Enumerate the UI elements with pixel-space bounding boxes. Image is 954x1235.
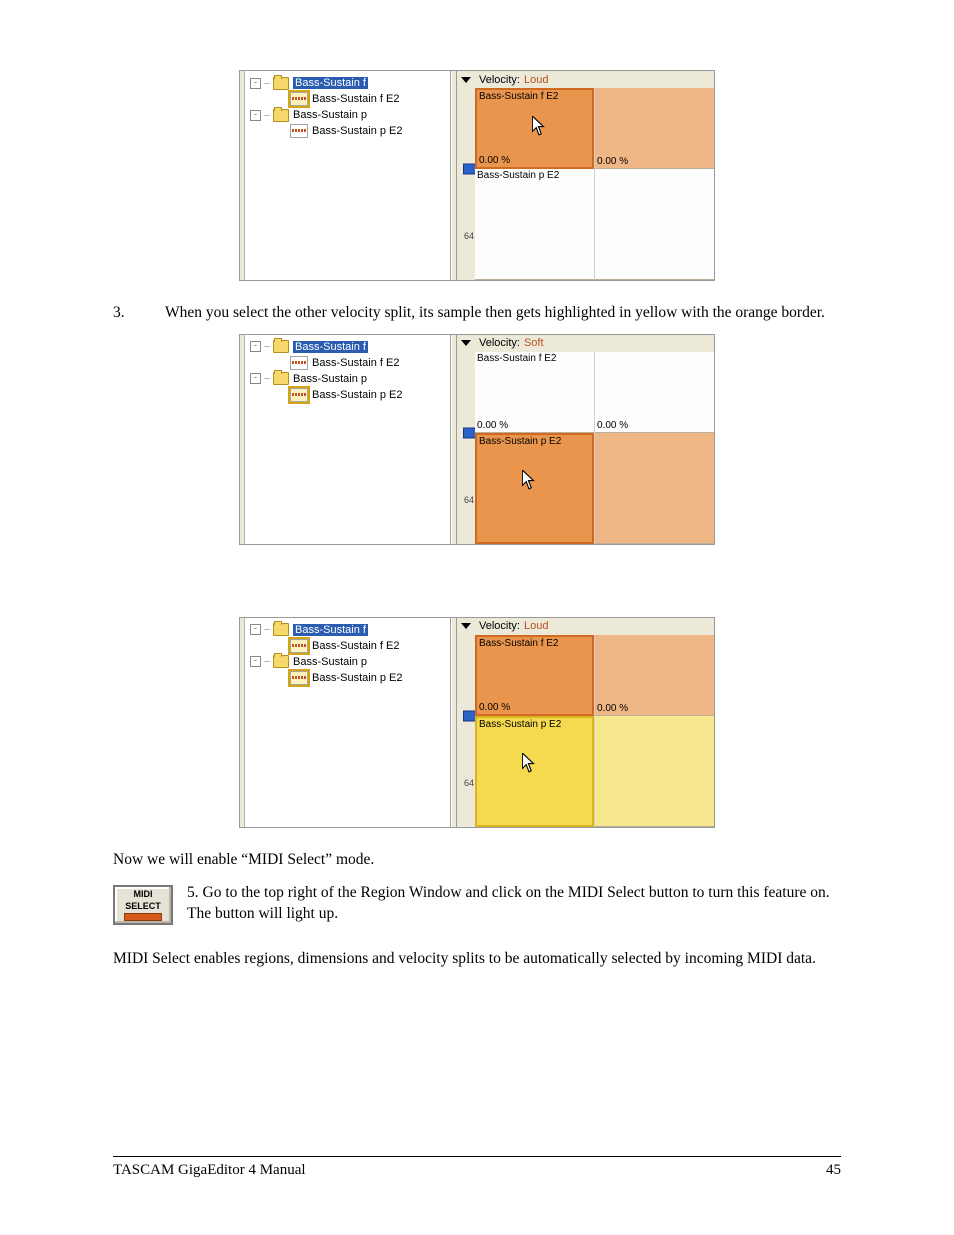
velocity-header[interactable]: Velocity: Soft	[457, 335, 714, 353]
tree-folder-f[interactable]: Bass-Sustain f	[293, 341, 368, 353]
cell-p-col2[interactable]	[595, 716, 714, 827]
cell-f-selected[interactable]: Bass-Sustain f E2 0.00 %	[475, 635, 594, 716]
folder-icon	[273, 623, 289, 636]
screenshot-2: - Bass-Sustain f Bass-Sustain f E2 - Bas…	[239, 334, 715, 545]
step-3-text: When you select the other velocity split…	[165, 303, 841, 324]
velocity-panel: Velocity: Loud 96 64 Bass-Sustain f E2 0…	[457, 71, 714, 280]
step-5-text: 5. Go to the top right of the Region Win…	[113, 883, 841, 925]
footer-divider	[113, 1156, 841, 1157]
screenshot-1: - Bass-Sustain f Bass-Sustain f E2 - Bas…	[239, 70, 715, 281]
cursor-icon	[532, 116, 546, 136]
wave-icon	[290, 124, 308, 138]
velocity-value: Soft	[524, 337, 544, 349]
expand-icon[interactable]: -	[250, 341, 261, 352]
folder-icon	[273, 77, 289, 90]
expand-icon[interactable]: -	[250, 656, 261, 667]
para-midi-desc: MIDI Select enables regions, dimensions …	[113, 949, 841, 970]
step-3-number: 3.	[113, 303, 147, 324]
tree-folder-p[interactable]: Bass-Sustain p	[293, 109, 367, 121]
cell-p-loud[interactable]: Bass-Sustain p E2	[475, 169, 594, 280]
midi-button-line2: SELECT	[125, 901, 161, 911]
tree-leaf-p[interactable]: Bass-Sustain p E2	[312, 125, 403, 137]
folder-icon	[273, 340, 289, 353]
wave-icon	[290, 92, 308, 106]
midi-select-button[interactable]: MIDI SELECT	[113, 885, 173, 925]
midi-indicator-light	[124, 913, 162, 921]
folder-icon	[273, 372, 289, 385]
expand-icon[interactable]: -	[250, 373, 261, 384]
velocity-header[interactable]: Velocity: Loud	[457, 618, 714, 636]
cell-f-soft[interactable]: Bass-Sustain f E2 0.00 %	[475, 352, 594, 433]
velocity-label: Velocity:	[479, 74, 520, 86]
tree-folder-f[interactable]: Bass-Sustain f	[293, 77, 368, 89]
cursor-icon	[522, 470, 536, 490]
cursor-icon	[522, 753, 536, 773]
expand-icon[interactable]: -	[250, 624, 261, 635]
tree-leaf-p[interactable]: Bass-Sustain p E2	[312, 672, 403, 684]
wave-icon	[290, 671, 308, 685]
velocity-gutter: 96 64	[457, 88, 476, 280]
wave-icon	[290, 356, 308, 370]
cell-p-soft-selected[interactable]: Bass-Sustain p E2	[475, 433, 594, 544]
folder-icon	[273, 655, 289, 668]
cell-p-highlighted[interactable]: Bass-Sustain p E2	[475, 716, 594, 827]
cell-f-col2[interactable]: 0.00 %	[595, 88, 714, 169]
cell-p-col2[interactable]	[595, 433, 714, 544]
tree-view[interactable]: - Bass-Sustain f Bass-Sustain f E2 - Bas…	[245, 335, 451, 544]
wave-icon	[290, 639, 308, 653]
cell-p-col2[interactable]	[595, 169, 714, 280]
tree-leaf-p[interactable]: Bass-Sustain p E2	[312, 389, 403, 401]
midi-button-line1: MIDI	[134, 889, 153, 899]
tree-folder-f[interactable]: Bass-Sustain f	[293, 624, 368, 636]
footer-page-number: 45	[826, 1162, 841, 1179]
folder-icon	[273, 109, 289, 122]
wave-icon	[290, 388, 308, 402]
velocity-value: Loud	[524, 74, 548, 86]
tree-folder-p[interactable]: Bass-Sustain p	[293, 373, 367, 385]
velocity-panel: Velocity: Loud 96 64 Bass-Sustain f E2 0…	[457, 618, 714, 827]
expand-icon[interactable]: -	[250, 78, 261, 89]
tree-view[interactable]: - Bass-Sustain f Bass-Sustain f E2 - Bas…	[245, 618, 451, 827]
screenshot-3: - Bass-Sustain f Bass-Sustain f E2 - Bas…	[239, 617, 715, 828]
velocity-value: Loud	[524, 620, 548, 632]
velocity-header[interactable]: Velocity: Loud	[457, 71, 714, 89]
cell-f-col2[interactable]: 0.00 %	[595, 352, 714, 433]
para-midi-intro: Now we will enable “MIDI Select” mode.	[113, 850, 841, 871]
dropdown-icon[interactable]	[461, 623, 471, 629]
dropdown-icon[interactable]	[461, 77, 471, 83]
tree-leaf-f[interactable]: Bass-Sustain f E2	[312, 93, 399, 105]
tree-folder-p[interactable]: Bass-Sustain p	[293, 656, 367, 668]
tree-leaf-f[interactable]: Bass-Sustain f E2	[312, 640, 399, 652]
cell-f-loud-selected[interactable]: Bass-Sustain f E2 0.00 %	[475, 88, 594, 169]
cell-f-col2[interactable]: 0.00 %	[595, 635, 714, 716]
dropdown-icon[interactable]	[461, 340, 471, 346]
footer-title: TASCAM GigaEditor 4 Manual	[113, 1162, 306, 1179]
tree-leaf-f[interactable]: Bass-Sustain f E2	[312, 357, 399, 369]
velocity-panel: Velocity: Soft 96 64 Bass-Sustain f E2 0…	[457, 335, 714, 544]
expand-icon[interactable]: -	[250, 110, 261, 121]
tree-view[interactable]: - Bass-Sustain f Bass-Sustain f E2 - Bas…	[245, 71, 451, 280]
tick-64: 64	[464, 231, 474, 241]
